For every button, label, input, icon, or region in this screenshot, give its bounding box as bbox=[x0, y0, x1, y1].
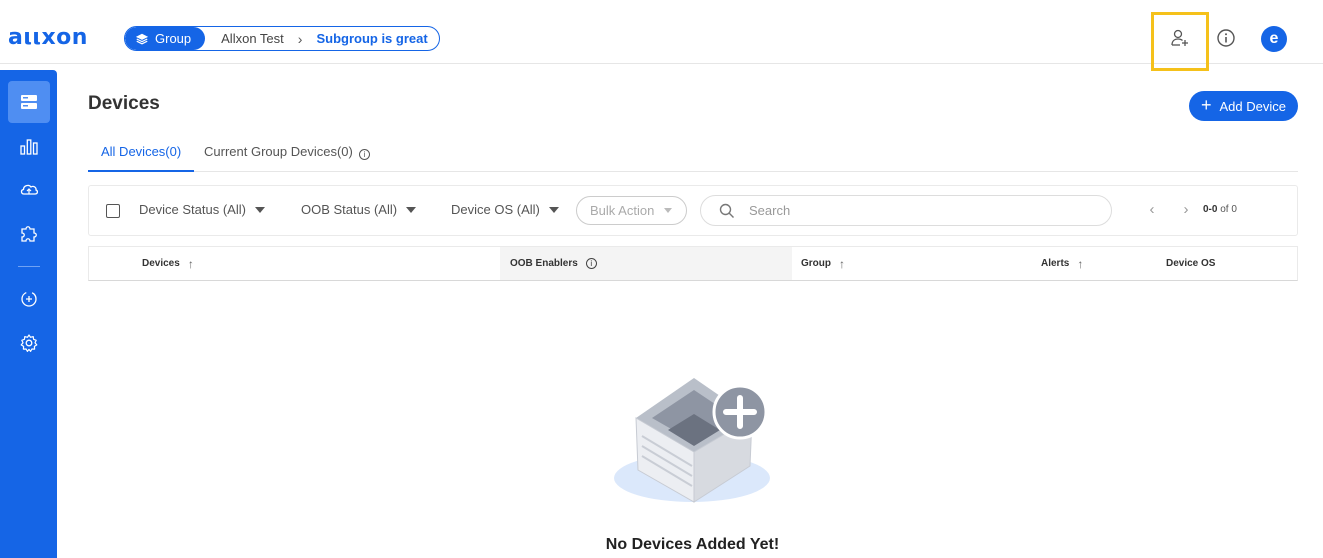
column-label: Devices bbox=[142, 258, 180, 269]
sidebar-item-devices[interactable] bbox=[8, 81, 50, 123]
column-label: Device OS bbox=[1166, 258, 1216, 269]
breadcrumb: Group Allxon Test › Subgroup is great bbox=[124, 26, 440, 51]
sidebar-item-analytics[interactable] bbox=[8, 125, 50, 167]
sidebar-item-plugins[interactable] bbox=[8, 212, 50, 254]
info-icon[interactable]: i bbox=[358, 149, 370, 160]
column-label: OOB Enablers bbox=[510, 258, 578, 269]
tab-all-devices-label: All Devices(0) bbox=[101, 144, 182, 159]
search-box bbox=[700, 195, 1112, 226]
sidebar-divider bbox=[18, 266, 40, 267]
column-group[interactable]: Group ↑ bbox=[801, 247, 845, 280]
layers-icon bbox=[135, 33, 149, 44]
plugin-icon bbox=[21, 226, 37, 242]
tab-current-group-devices[interactable]: Current Group Devices(0) i bbox=[204, 144, 370, 172]
avatar[interactable]: e bbox=[1261, 26, 1287, 52]
pager-range: 0-0 bbox=[1203, 204, 1218, 215]
page-title: Devices bbox=[88, 93, 160, 114]
tab-current-group-label: Current Group Devices(0) bbox=[204, 144, 353, 159]
info-icon[interactable]: i bbox=[585, 258, 597, 269]
device-tabs: All Devices(0) Current Group Devices(0) i bbox=[88, 134, 1298, 172]
sidebar bbox=[0, 70, 57, 558]
empty-state-message: No Devices Added Yet! bbox=[605, 536, 780, 553]
device-status-filter[interactable]: Device Status (All) bbox=[139, 202, 265, 217]
sort-arrow-icon: ↑ bbox=[1077, 256, 1084, 271]
oob-status-label: OOB Status (All) bbox=[301, 202, 398, 217]
select-all-checkbox[interactable] bbox=[106, 204, 120, 218]
breadcrumb-current: Subgroup is great bbox=[316, 31, 428, 46]
pagination: ‹ › 0-0 of 0 bbox=[1135, 201, 1237, 218]
sort-arrow-icon: ↑ bbox=[839, 256, 845, 271]
device-os-filter[interactable]: Device OS (All) bbox=[451, 202, 559, 217]
deploy-icon bbox=[21, 291, 37, 307]
chevron-right-icon[interactable]: › bbox=[1169, 201, 1203, 218]
plus-icon: + bbox=[1201, 95, 1212, 115]
caret-down-icon bbox=[664, 208, 673, 213]
search-icon bbox=[719, 203, 734, 218]
top-bar: aιιxon Group Allxon Test › Subgroup is g… bbox=[0, 0, 1323, 71]
tab-all-devices[interactable]: All Devices(0) bbox=[88, 144, 195, 172]
breadcrumb-item-parent[interactable]: Allxon Test bbox=[205, 31, 284, 46]
bulk-action-label: Bulk Action bbox=[590, 203, 655, 218]
column-alerts[interactable]: Alerts ↑ bbox=[1041, 247, 1083, 280]
column-device-os: Device OS bbox=[1166, 247, 1215, 280]
chevron-left-icon[interactable]: ‹ bbox=[1135, 201, 1169, 218]
pager-total: of 0 bbox=[1220, 204, 1237, 215]
sidebar-item-settings[interactable] bbox=[8, 322, 50, 364]
device-os-label: Device OS (All) bbox=[451, 202, 540, 217]
filter-bar: Device Status (All) OOB Status (All) Dev… bbox=[88, 185, 1298, 236]
sort-arrow-icon: ↑ bbox=[187, 256, 194, 271]
table-header: Devices ↑ OOB Enablers i Group ↑ Alerts ↑ De… bbox=[88, 246, 1298, 281]
column-label: Group bbox=[801, 258, 831, 269]
pager-count: 0-0 of 0 bbox=[1203, 204, 1237, 215]
breadcrumb-group-chip[interactable]: Group bbox=[125, 27, 206, 50]
settings-icon bbox=[20, 334, 38, 352]
allxon-logo[interactable]: aιιxon bbox=[8, 24, 88, 52]
add-device-label: Add Device bbox=[1219, 98, 1286, 114]
add-device-button[interactable]: + Add Device bbox=[1189, 91, 1298, 121]
devices-icon bbox=[21, 95, 37, 109]
empty-box-illustration bbox=[614, 378, 770, 503]
sidebar-item-cloud[interactable] bbox=[8, 168, 50, 210]
caret-down-icon bbox=[548, 206, 559, 213]
sidebar-item-deploy[interactable] bbox=[8, 278, 50, 320]
cloud-sync-icon bbox=[20, 184, 39, 195]
device-status-label: Device Status (All) bbox=[139, 202, 246, 217]
chevron-right-icon: › bbox=[297, 30, 303, 47]
column-oob-enablers: OOB Enablers i bbox=[500, 247, 792, 280]
caret-down-icon bbox=[254, 206, 265, 213]
bulk-action-dropdown[interactable]: Bulk Action bbox=[576, 196, 687, 225]
search-input[interactable] bbox=[749, 203, 1069, 218]
chart-icon bbox=[20, 139, 38, 155]
add-user-icon[interactable] bbox=[1170, 28, 1190, 48]
info-icon[interactable] bbox=[1216, 28, 1236, 48]
caret-down-icon bbox=[406, 206, 417, 213]
column-label: Alerts bbox=[1041, 258, 1070, 269]
breadcrumb-group-label: Group bbox=[155, 31, 192, 46]
oob-status-filter[interactable]: OOB Status (All) bbox=[301, 202, 417, 217]
column-devices[interactable]: Devices ↑ bbox=[142, 247, 194, 280]
